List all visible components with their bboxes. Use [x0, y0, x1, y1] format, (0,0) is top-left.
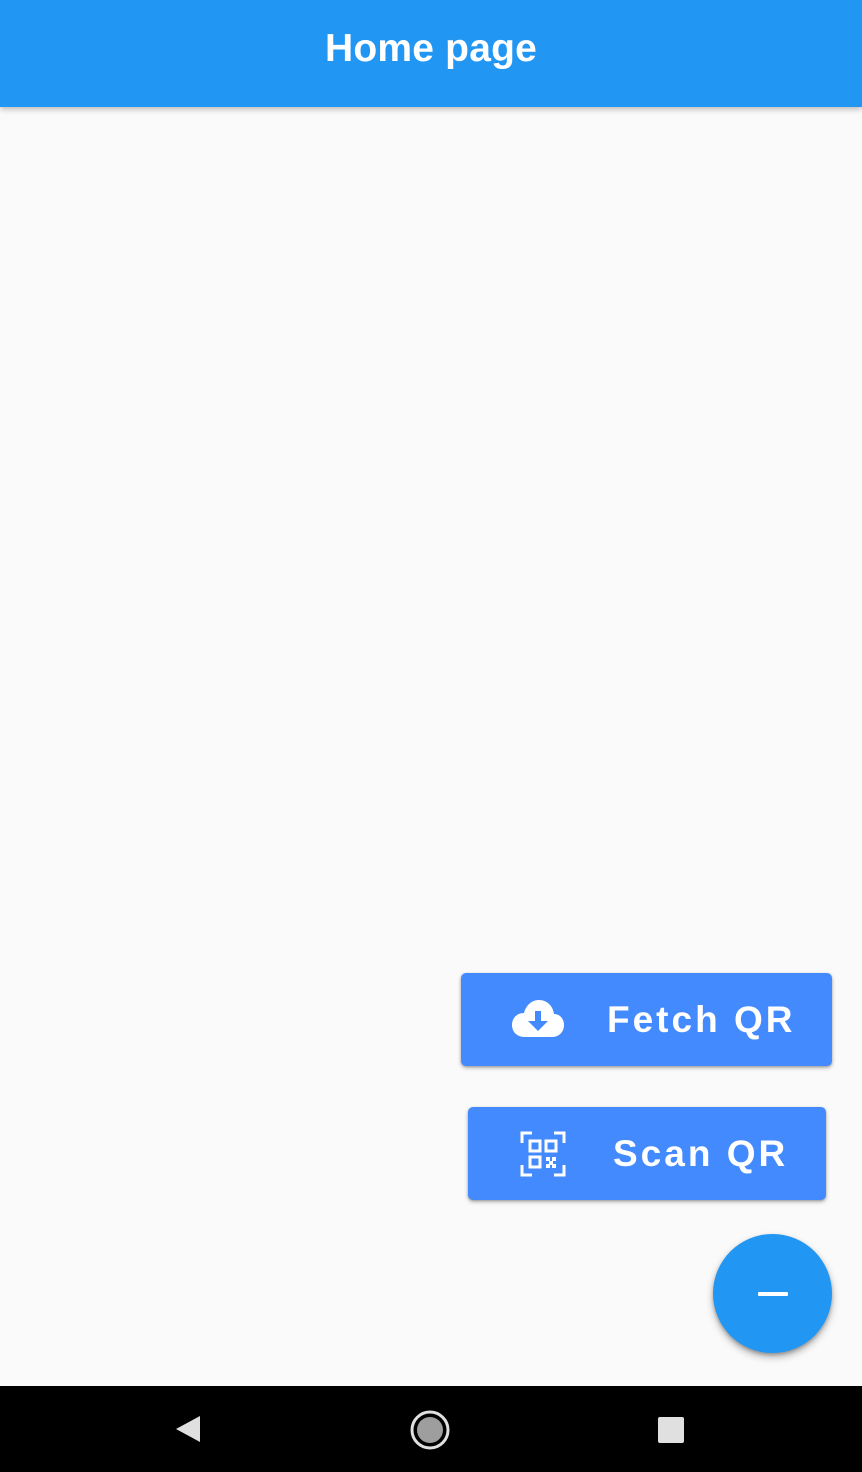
- qr-code-scanner-icon: [520, 1131, 566, 1177]
- nav-home-button[interactable]: [404, 1404, 456, 1456]
- page-title: Home page: [324, 26, 537, 70]
- collapse-fab-button[interactable]: [713, 1234, 832, 1353]
- fetch-qr-button[interactable]: Fetch QR: [461, 973, 832, 1066]
- minus-icon: [757, 1291, 788, 1296]
- home-circle-icon: [410, 1410, 450, 1450]
- app-bar: Home page: [0, 0, 862, 107]
- recents-square-icon: [658, 1417, 684, 1443]
- nav-back-button[interactable]: [162, 1404, 212, 1454]
- system-navigation-bar: [0, 1386, 862, 1472]
- fetch-qr-label: Fetch QR: [607, 999, 796, 1040]
- scan-qr-button[interactable]: Scan QR: [468, 1107, 826, 1200]
- nav-recents-button[interactable]: [646, 1410, 696, 1450]
- scan-qr-label: Scan QR: [613, 1133, 789, 1174]
- back-triangle-icon: [176, 1416, 200, 1442]
- cloud-download-icon: [511, 997, 565, 1043]
